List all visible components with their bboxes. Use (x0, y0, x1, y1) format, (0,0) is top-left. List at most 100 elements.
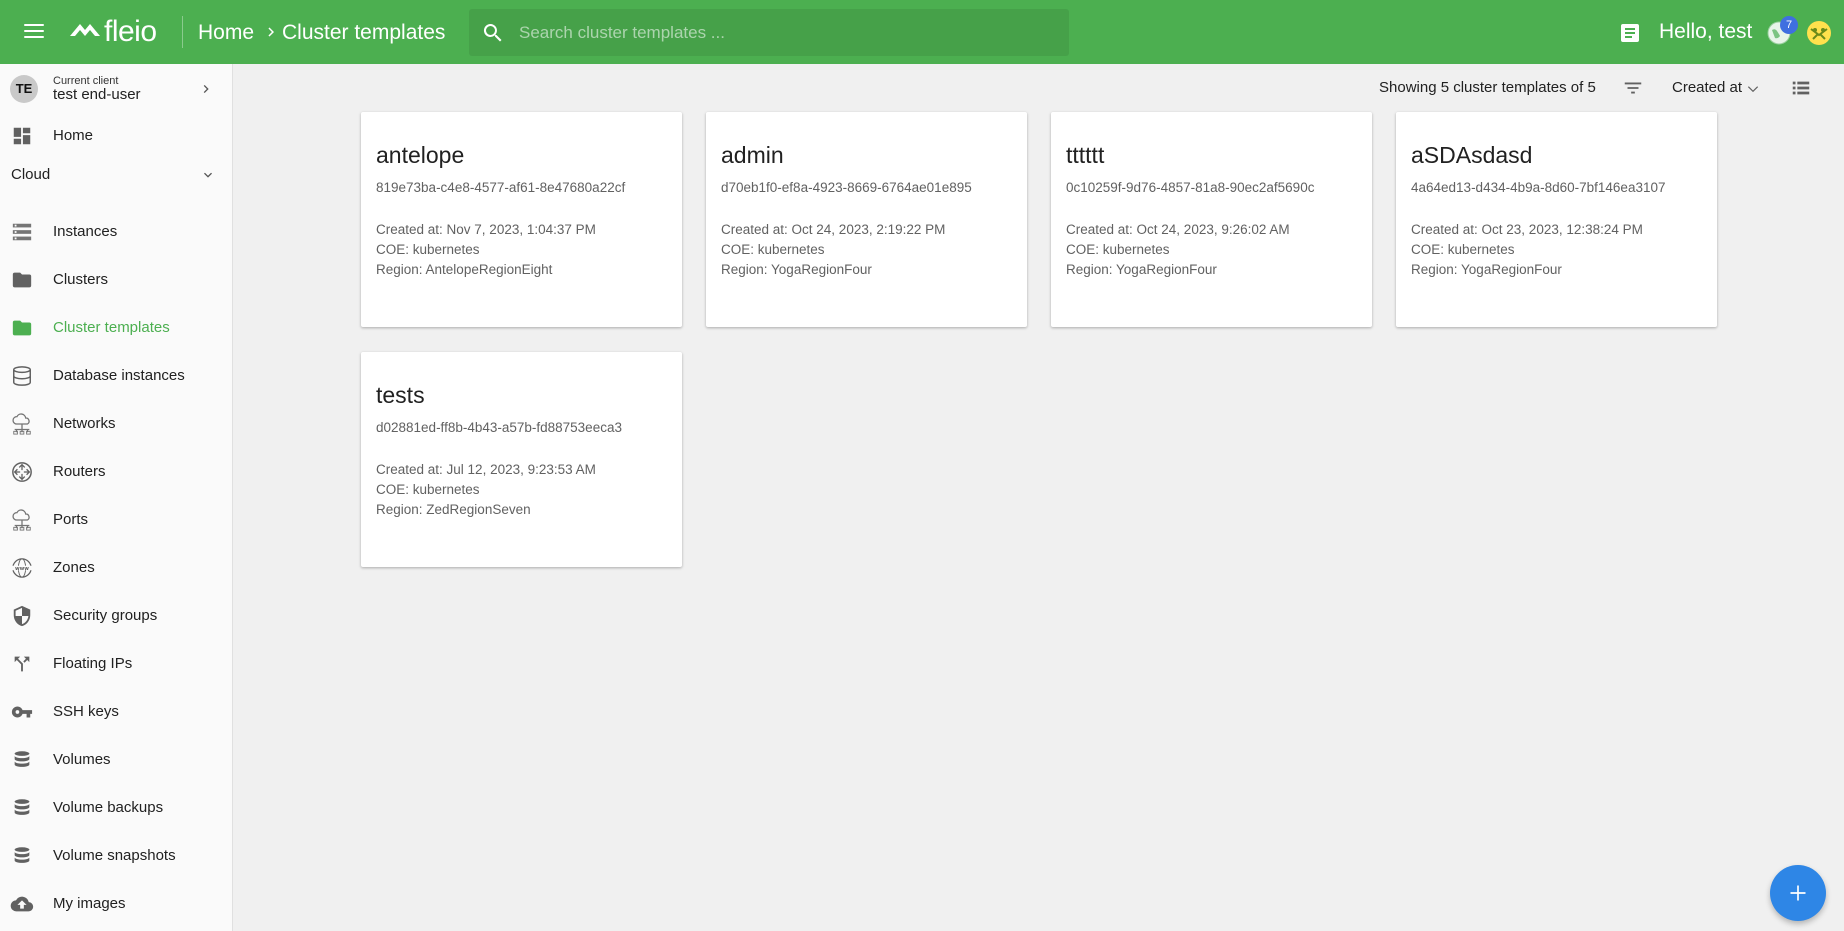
sidebar-item-label: Cluster templates (53, 319, 170, 336)
template-id: 0c10259f-9d76-4857-81a8-90ec2af5690c (1066, 180, 1315, 195)
fleio-logo[interactable]: fleio (68, 14, 157, 50)
sidebar-item-label: Instances (53, 223, 118, 240)
sidebar-section-cloud[interactable]: Cloud (0, 156, 232, 192)
sidebar-item-zones[interactable]: www Zones (0, 546, 232, 590)
sidebar-item-label: Clusters (53, 271, 109, 288)
breadcrumb-current: Cluster templates (282, 21, 446, 44)
storage-stack-icon (14, 751, 30, 767)
cloud-network-icon (12, 509, 31, 531)
sort-selector[interactable]: Created at (1672, 79, 1742, 96)
add-cluster-template-button[interactable] (1770, 865, 1826, 921)
sidebar-item-security-groups[interactable]: Security groups (0, 594, 232, 638)
template-id: 819e73ba-c4e8-4577-af61-8e47680a22cf (376, 180, 626, 195)
sidebar-item-volumes[interactable]: Volumes (0, 738, 232, 782)
storage-stack-icon (14, 799, 30, 815)
sidebar-item-label: Volume snapshots (53, 847, 176, 864)
key-icon (11, 706, 33, 718)
cluster-template-card[interactable]: tttttt 0c10259f-9d76-4857-81a8-90ec2af56… (1051, 112, 1372, 327)
sidebar-item-ports[interactable]: Ports (0, 498, 232, 542)
logo-text: fleio (104, 15, 157, 48)
search-input[interactable] (519, 9, 1059, 56)
sidebar-item-ssh-keys[interactable]: SSH keys (0, 690, 232, 734)
dashboard-icon (13, 127, 31, 145)
template-id: d70eb1f0-ef8a-4923-8669-6764ae01e895 (721, 180, 972, 195)
top-app-bar: fleio Home Cluster templates Hello, test… (0, 0, 1844, 64)
template-region: Region: YogaRegionFour (721, 262, 872, 277)
call-split-icon (14, 656, 30, 672)
sidebar-item-instances[interactable]: Instances (0, 210, 232, 254)
notification-badge: 7 (1780, 16, 1798, 34)
cloud-upload-icon (10, 896, 34, 912)
template-coe: COE: kubernetes (1411, 242, 1515, 257)
sidebar-item-routers[interactable]: Routers (0, 450, 232, 494)
template-created: Created at: Nov 7, 2023, 1:04:37 PM (376, 222, 596, 237)
template-created: Created at: Oct 24, 2023, 2:19:22 PM (721, 222, 946, 237)
template-coe: COE: kubernetes (721, 242, 825, 257)
filter-icon[interactable] (1622, 77, 1644, 99)
current-client-selector[interactable]: TE Current client test end-user (0, 64, 232, 116)
shield-icon (13, 605, 31, 627)
template-name: tests (376, 382, 425, 408)
template-region: Region: ZedRegionSeven (376, 502, 531, 517)
section-label: Cloud (11, 166, 51, 183)
sidebar-item-label: My images (53, 895, 126, 912)
breadcrumb-home[interactable]: Home (198, 21, 254, 45)
results-count: Showing 5 cluster templates of 5 (1379, 79, 1596, 96)
client-name: test end-user (53, 86, 141, 103)
sidebar-item-label: Home (53, 127, 94, 144)
sidebar-item-clusters[interactable]: Clusters (0, 258, 232, 302)
template-name: admin (721, 142, 784, 168)
template-name: antelope (376, 142, 465, 168)
sidebar-item-my-images[interactable]: My images (0, 882, 232, 926)
sidebar-item-label: Database instances (53, 367, 185, 384)
template-name: tttttt (1066, 142, 1105, 168)
chevron-right-icon (203, 85, 209, 93)
sidebar-item-floating-ips[interactable]: Floating IPs (0, 642, 232, 686)
server-list-icon (12, 223, 32, 241)
sidebar-item-label: Security groups (53, 607, 158, 624)
router-icon (12, 462, 32, 482)
client-avatar: TE (10, 75, 38, 103)
sidebar-item-label: Networks (53, 415, 116, 432)
sidebar-item-label: Routers (53, 463, 106, 480)
sidebar-item-label: Volume backups (53, 799, 164, 816)
sidebar-item-home[interactable]: Home (0, 114, 232, 158)
sidebar-item-cluster-templates[interactable]: Cluster templates (0, 306, 232, 350)
chevron-right-icon (268, 27, 274, 37)
search-bar (469, 9, 1069, 56)
plus-icon (1790, 885, 1806, 901)
cloud-network-icon (12, 413, 31, 435)
sidebar-item-database-instances[interactable]: Database instances (0, 354, 232, 398)
sidebar-item-networks[interactable]: Networks (0, 402, 232, 446)
template-id: d02881ed-ff8b-4b43-a57b-fd88753eeca3 (376, 420, 622, 435)
sidebar-item-label: SSH keys (53, 703, 119, 720)
template-created: Created at: Oct 24, 2023, 9:26:02 AM (1066, 222, 1290, 237)
template-created: Created at: Jul 12, 2023, 9:23:53 AM (376, 462, 596, 477)
sidebar-item-label: Zones (53, 559, 95, 576)
sidebar-item-volume-snapshots[interactable]: Volume snapshots (0, 834, 232, 878)
template-region: Region: YogaRegionFour (1066, 262, 1217, 277)
template-coe: COE: kubernetes (376, 482, 480, 497)
template-region: Region: YogaRegionFour (1411, 262, 1562, 277)
divider (182, 16, 183, 48)
sidebar-item-volume-backups[interactable]: Volume backups (0, 786, 232, 830)
notes-icon[interactable] (1618, 21, 1642, 45)
search-icon[interactable] (481, 21, 505, 45)
sidebar-item-label: Volumes (53, 751, 111, 768)
cluster-template-card[interactable]: admin d70eb1f0-ef8a-4923-8669-6764ae01e8… (706, 112, 1027, 327)
user-avatar-icon[interactable] (1806, 20, 1832, 46)
chevron-down-icon[interactable] (1746, 82, 1760, 96)
cluster-template-card[interactable]: tests d02881ed-ff8b-4b43-a57b-fd88753eec… (361, 352, 682, 567)
template-id: 4a64ed13-d434-4b9a-8d60-7bf146ea3107 (1411, 180, 1666, 195)
user-greeting[interactable]: Hello, test (1659, 20, 1752, 44)
template-name: aSDAsdasd (1411, 142, 1533, 168)
menu-icon[interactable] (22, 20, 48, 44)
database-icon (13, 366, 31, 386)
template-region: Region: AntelopeRegionEight (376, 262, 553, 277)
svg-text:www: www (15, 566, 29, 572)
storage-stack-icon (14, 847, 30, 863)
cluster-template-card[interactable]: antelope 819e73ba-c4e8-4577-af61-8e47680… (361, 112, 682, 327)
folder-icon (12, 320, 32, 336)
list-view-icon[interactable] (1790, 77, 1812, 99)
cluster-template-card[interactable]: aSDAsdasd 4a64ed13-d434-4b9a-8d60-7bf146… (1396, 112, 1717, 327)
